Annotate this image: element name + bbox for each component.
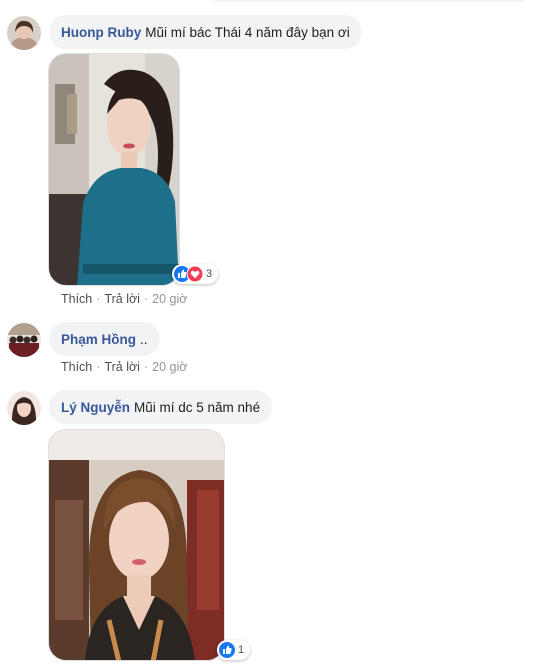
comment-bubble: Lý Nguyễn Mũi mí dc 5 năm nhé (49, 390, 273, 424)
comment-photo[interactable] (48, 429, 225, 661)
comment-actions: Thích · Trả lời · 20 giờ (61, 360, 187, 374)
avatar[interactable] (7, 391, 41, 425)
like-reaction-icon (219, 642, 235, 658)
reaction-count: 1 (238, 644, 245, 656)
comment-timestamp[interactable]: 20 giờ (152, 360, 187, 374)
avatar[interactable] (7, 323, 41, 357)
comment-text: Mũi mí bác Thái 4 năm đây bạn ơi (145, 24, 350, 40)
reply-link[interactable]: Trả lời (104, 292, 140, 306)
separator-dot: · (96, 292, 101, 306)
like-link[interactable]: Thích (61, 360, 92, 374)
comment-text: .. (140, 331, 148, 347)
love-reaction-icon (187, 266, 203, 282)
reaction-count: 3 (206, 268, 213, 280)
separator-dot: · (96, 360, 101, 374)
separator-dot: · (143, 360, 149, 374)
comment-photo[interactable] (48, 53, 180, 286)
comment-actions: Thích · Trả lời · 20 giờ (61, 292, 187, 306)
comment-author[interactable]: Huonp Ruby (61, 25, 141, 40)
comment-timestamp[interactable]: 20 giờ (152, 292, 187, 306)
reaction-summary[interactable]: 3 (172, 264, 219, 284)
avatar[interactable] (7, 16, 41, 50)
previous-comment-bubble (210, 0, 528, 2)
separator-dot: · (143, 292, 149, 306)
reaction-summary[interactable]: 1 (217, 640, 251, 660)
comment-bubble: Phạm Hồng .. (49, 322, 160, 356)
comment-bubble: Huonp Ruby Mũi mí bác Thái 4 năm đây bạn… (49, 15, 362, 49)
comment-text: Mũi mí dc 5 năm nhé (134, 399, 261, 415)
comment-author[interactable]: Lý Nguyễn (61, 400, 130, 415)
reply-link[interactable]: Trả lời (104, 360, 140, 374)
comment-author[interactable]: Phạm Hồng (61, 332, 136, 347)
like-link[interactable]: Thích (61, 292, 92, 306)
